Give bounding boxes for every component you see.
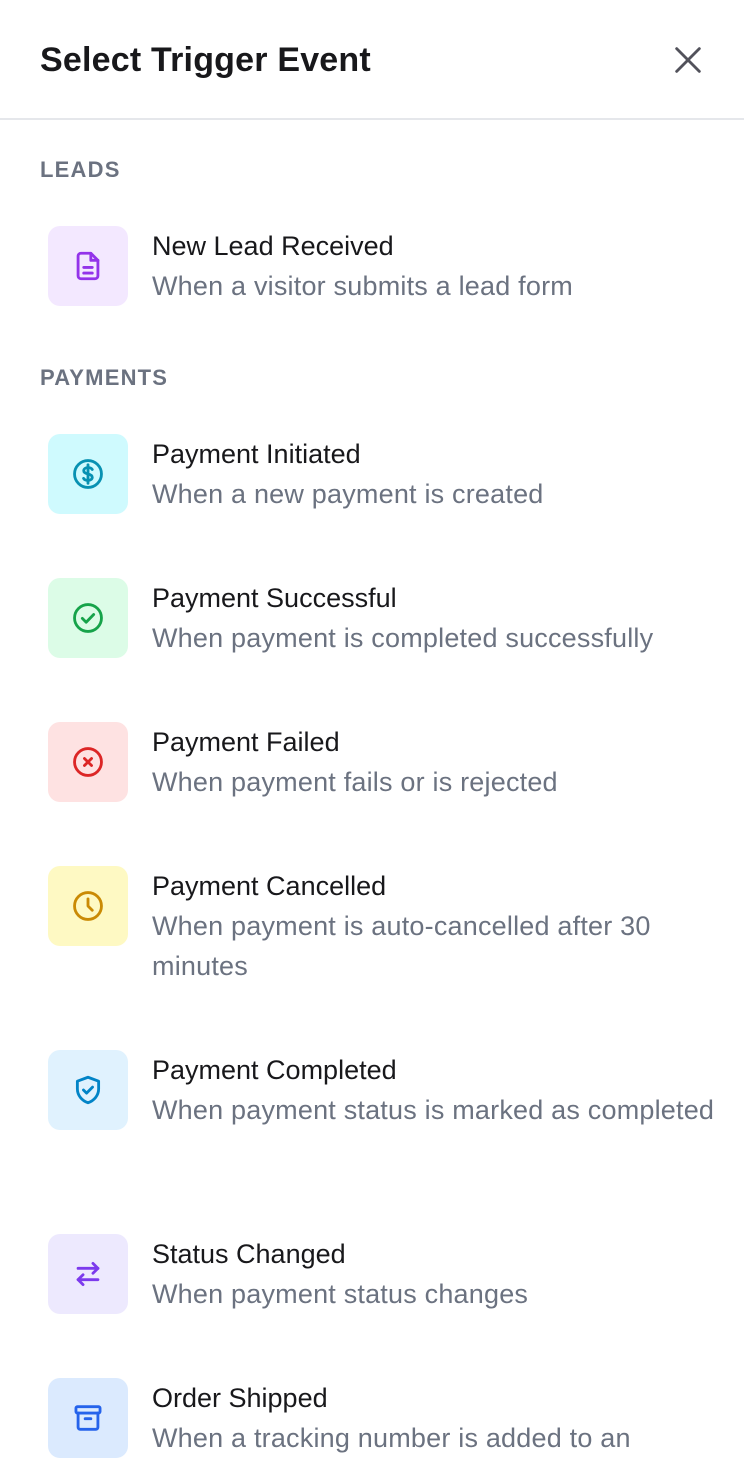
archive-box-icon [74,1405,102,1431]
item-title: Payment Successful [152,583,397,613]
trigger-item-order-shipped[interactable]: Order Shipped When a tracking number is … [48,1378,720,1458]
trigger-event-panel: Select Trigger Event LEADS New Lead Rece… [0,0,744,1458]
trigger-item-payment-failed[interactable]: Payment Failed When payment fails or is … [48,722,720,802]
clock-icon [73,891,103,921]
item-title: Payment Failed [152,727,340,757]
icon-box [48,434,128,514]
icon-box [48,866,128,946]
icon-box [48,1378,128,1458]
item-description: When payment is completed successfully [152,623,654,653]
item-title: New Lead Received [152,231,394,261]
item-description: When payment fails or is rejected [152,767,558,797]
icon-box [48,722,128,802]
trigger-item-payment-completed[interactable]: Payment Completed When payment status is… [48,1050,720,1170]
item-text: Payment Successful When payment is compl… [152,580,720,658]
item-title: Order Shipped [152,1383,328,1413]
trigger-item-payment-initiated[interactable]: Payment Initiated When a new payment is … [48,434,720,514]
dollar-circle-icon [73,459,103,489]
item-text: Order Shipped When a tracking number is … [152,1380,720,1458]
icon-box [48,1234,128,1314]
trigger-item-payment-cancelled[interactable]: Payment Cancelled When payment is auto-c… [48,866,720,986]
icon-box [48,226,128,306]
panel-header: Select Trigger Event [0,0,744,120]
close-button[interactable] [668,40,708,80]
item-text: Payment Initiated When a new payment is … [152,436,720,514]
item-description: When payment status changes [152,1279,529,1309]
icon-box [48,578,128,658]
x-circle-icon [73,747,103,777]
item-text: New Lead Received When a visitor submits… [152,228,720,306]
section-label-leads: LEADS [40,157,121,182]
item-title: Payment Completed [152,1055,397,1085]
item-title: Payment Initiated [152,439,361,469]
item-description: When payment status is marked as complet… [152,1095,715,1125]
item-description: When payment is auto-cancelled after 30 … [152,911,651,981]
item-description: When a tracking number is added to an [152,1423,631,1453]
item-description: When a new payment is created [152,479,544,509]
item-title: Payment Cancelled [152,871,387,901]
item-text: Payment Completed When payment status is… [152,1052,720,1130]
item-text: Status Changed When payment status chang… [152,1236,720,1314]
check-circle-icon [73,603,103,633]
document-icon [76,251,100,281]
trigger-item-payment-successful[interactable]: Payment Successful When payment is compl… [48,578,720,658]
section-label-payments: PAYMENTS [40,365,169,390]
close-icon [675,47,701,73]
arrows-swap-icon [76,1261,100,1287]
shield-check-icon [75,1075,101,1105]
item-text: Payment Failed When payment fails or is … [152,724,720,802]
item-title: Status Changed [152,1239,346,1269]
item-description: When a visitor submits a lead form [152,271,573,301]
trigger-item-status-changed[interactable]: Status Changed When payment status chang… [48,1234,720,1314]
page-title: Select Trigger Event [40,41,371,79]
icon-box [48,1050,128,1130]
trigger-item-new-lead-received[interactable]: New Lead Received When a visitor submits… [48,226,720,306]
item-text: Payment Cancelled When payment is auto-c… [152,868,720,986]
